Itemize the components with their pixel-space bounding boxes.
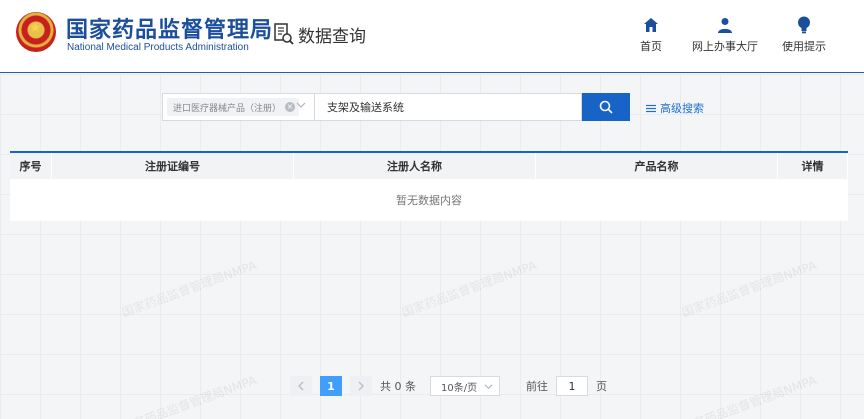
chevron-left-icon (298, 381, 304, 391)
star-icon: ★ (29, 20, 42, 36)
nav-online-service-hall-label: 网上办事大厅 (692, 40, 758, 53)
search-input[interactable] (314, 93, 582, 121)
category-select[interactable]: 进口医疗器械产品（注册） × (162, 93, 314, 121)
filter-icon (646, 104, 656, 112)
national-emblem-logo[interactable]: ★ (16, 12, 56, 52)
chevron-right-icon (358, 381, 364, 391)
page-suffix: 页 (596, 380, 607, 393)
chevron-down-icon (484, 383, 493, 389)
category-tag-label: 进口医疗器械产品（注册） (173, 103, 282, 114)
pagination: 1 共 0 条 10条/页 前往 页 (290, 376, 607, 396)
search-icon (599, 100, 613, 114)
page-number-current[interactable]: 1 (320, 376, 342, 396)
page-size-select[interactable]: 10条/页 (430, 376, 500, 396)
page-background (0, 74, 864, 419)
empty-state-message: 暂无数据内容 (10, 179, 848, 221)
site-title[interactable]: 国家药品监督管理局 (66, 12, 273, 44)
column-header-details: 详情 (778, 153, 848, 179)
column-header-index: 序号 (10, 153, 52, 179)
document-search-icon (274, 22, 294, 46)
column-header-product-name: 产品名称 (536, 153, 778, 179)
goto-page-input[interactable] (556, 376, 588, 396)
category-tag: 进口医疗器械产品（注册） × (167, 98, 300, 116)
nav-online-service-hall[interactable]: 网上办事大厅 (692, 16, 758, 54)
column-header-registrant-name: 注册人名称 (294, 153, 536, 179)
page-size-value: 10条/页 (441, 382, 478, 394)
advanced-search-link[interactable]: 高级搜索 (646, 100, 704, 116)
nav-usage-tips-label: 使用提示 (782, 40, 826, 53)
section-title-label: 数据查询 (298, 26, 366, 47)
nav-usage-tips[interactable]: 使用提示 (782, 16, 826, 54)
next-page-button[interactable] (350, 376, 372, 396)
results-table: 序号 注册证编号 注册人名称 产品名称 详情 暂无数据内容 (10, 151, 848, 221)
prev-page-button[interactable] (290, 376, 312, 396)
nav-home[interactable]: 首页 (640, 16, 662, 54)
advanced-search-label: 高级搜索 (660, 102, 704, 115)
tag-close-icon[interactable]: × (285, 102, 296, 112)
search-bar: 进口医疗器械产品（注册） × (162, 93, 630, 121)
total-count: 共 0 条 (380, 380, 416, 393)
column-header-registration-number: 注册证编号 (52, 153, 294, 179)
table-header: 序号 注册证编号 注册人名称 产品名称 详情 (10, 153, 848, 179)
search-button[interactable] (582, 93, 630, 121)
goto-label: 前往 (526, 380, 548, 393)
site-header: ★ 国家药品监督管理局 National Medical Products Ad… (0, 0, 864, 73)
section-title: 数据查询 (274, 20, 366, 48)
site-subtitle: National Medical Products Administration (67, 42, 249, 53)
lightbulb-icon (797, 16, 811, 34)
user-icon (717, 16, 733, 34)
nav-home-label: 首页 (640, 40, 662, 53)
chevron-down-icon[interactable] (296, 100, 306, 113)
home-icon (643, 16, 659, 34)
